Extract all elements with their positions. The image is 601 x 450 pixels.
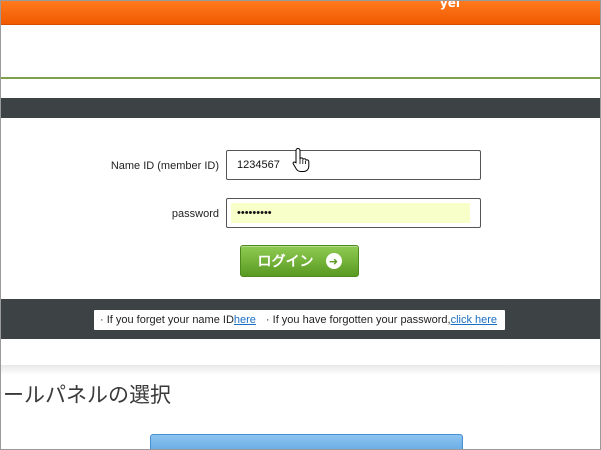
header-divider [1, 77, 600, 79]
login-button-label: ログイン [257, 254, 314, 270]
forgot-password-text: · If you have forgotten your password, [265, 314, 451, 326]
name-id-value: 1234567 [237, 159, 280, 171]
password-value: ••••••••• [237, 207, 272, 219]
login-form: Name ID (member ID) 1234567 password •••… [1, 118, 600, 299]
password-label: password [171, 208, 219, 220]
login-header-bar [1, 98, 600, 118]
section-heading: ールパネルの選択 [3, 383, 171, 407]
forgot-name-link[interactable]: here [234, 314, 256, 326]
control-panel-button[interactable] [150, 434, 463, 449]
section-divider [1, 365, 600, 375]
top-banner: yei [1, 0, 600, 25]
arrow-right-icon: ➜ [325, 253, 342, 269]
password-input[interactable]: ••••••••• [226, 198, 481, 228]
hand-pointer-icon [292, 147, 310, 172]
name-id-input[interactable]: 1234567 [226, 150, 481, 180]
login-button[interactable]: ログイン ➜ [240, 245, 359, 277]
name-id-label: Name ID (member ID) [110, 160, 219, 172]
banner-brand-text: yei [439, 0, 460, 10]
forgot-password-link[interactable]: click here [451, 314, 497, 326]
browser-viewport: yei Name ID (member ID) 1234567 password… [0, 0, 601, 450]
forgot-name-text: · If you forget your name ID [100, 314, 234, 326]
help-links-box: · If you forget your name ID here · If y… [94, 310, 505, 330]
